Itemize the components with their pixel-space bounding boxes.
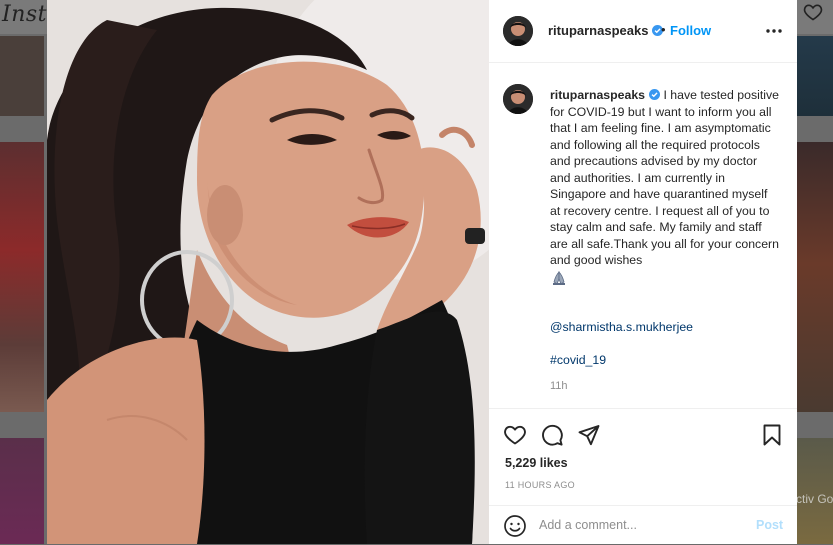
paper-plane-icon[interactable] (577, 423, 601, 447)
verified-badge-icon (649, 89, 661, 100)
caption-text: rituparnaspeaks I have tested positive f… (550, 87, 780, 286)
caption-message: I have tested positive for COVID-19 but … (550, 88, 779, 267)
post-actions: 5,229 likes 11 HOURS AGO (489, 408, 797, 509)
mention-link[interactable]: @sharmistha.s.mukherjee (550, 320, 693, 334)
avatar[interactable] (503, 16, 533, 46)
heart-icon[interactable] (503, 423, 527, 447)
post-header: rituparnaspeaks • Follow (489, 0, 797, 63)
post-comment-button[interactable]: Post (756, 518, 783, 532)
post-timestamp[interactable]: 11 HOURS AGO (505, 480, 575, 490)
background-grid-thumbnail (0, 438, 44, 544)
avatar[interactable] (503, 84, 533, 114)
smiley-icon[interactable] (503, 514, 527, 538)
username-link[interactable]: rituparnaspeaks (548, 23, 664, 38)
activity-heart-icon (803, 2, 823, 28)
header-separator: • (661, 22, 666, 37)
background-grid-thumbnail (0, 142, 44, 412)
comment-input[interactable] (539, 515, 739, 535)
bookmark-icon[interactable] (760, 423, 784, 447)
more-options-icon[interactable] (765, 23, 783, 39)
background-grid-thumbnail (0, 36, 44, 116)
add-comment-bar: Post (489, 505, 797, 545)
folded-hands-icon (553, 270, 565, 285)
caption-timestamp[interactable]: 11h (550, 380, 568, 392)
likes-count[interactable]: 5,229 likes (505, 456, 568, 470)
background-grid-thumbnail (797, 36, 833, 116)
background-grid-thumbnail (797, 142, 833, 412)
hashtag-link[interactable]: #covid_19 (550, 353, 606, 367)
comment-bubble-icon[interactable] (540, 423, 564, 447)
caption-username-link[interactable]: rituparnaspeaks (550, 88, 661, 102)
username-text: rituparnaspeaks (548, 23, 649, 38)
post-details-panel: rituparnaspeaks • Follow rituparnaspeaks… (489, 0, 797, 544)
caption-username-text: rituparnaspeaks (550, 88, 646, 102)
portrait-photo-illustration (47, 0, 489, 544)
post-photo[interactable] (47, 0, 489, 544)
caption-section: rituparnaspeaks I have tested positive f… (489, 63, 797, 408)
follow-button[interactable]: Follow (670, 23, 711, 38)
